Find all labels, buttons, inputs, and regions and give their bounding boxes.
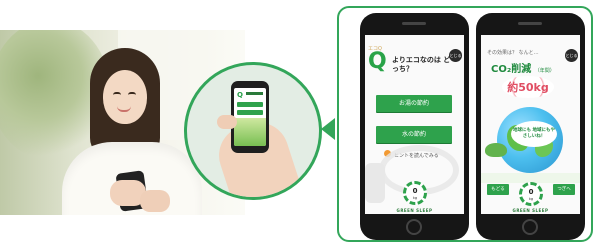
- result-screen: その効果は？ なんと… とじる CO₂削減 （年間） 約50kg 地球にも 地域…: [481, 35, 580, 214]
- phone-speaker: [518, 22, 542, 25]
- gauge-unit: kg: [528, 197, 534, 201]
- close-button[interactable]: とじる: [565, 49, 578, 62]
- app-name: GREEN SLEEP: [396, 208, 433, 213]
- co2-amount: 約50kg: [507, 81, 549, 94]
- co2-gauge: 0 kg: [403, 181, 427, 205]
- result-title-sub: （年間）: [534, 68, 555, 74]
- quiz-question: よりエコなのは どっち？: [392, 56, 451, 73]
- phone-quiz: エコQ Q よりエコなのは どっち？ とじる お湯の節約 水の節約 ヒントを読ん…: [360, 13, 469, 240]
- woman-face: [103, 70, 147, 124]
- amount-badge: 約50kg: [502, 76, 554, 98]
- phone-speaker: [402, 22, 426, 25]
- speech-bubble: 地球にも 地域にもやさしいね！: [511, 121, 557, 147]
- background-object: [365, 163, 385, 203]
- back-button[interactable]: もどる: [487, 184, 509, 195]
- q-badge: エコQ Q: [368, 45, 387, 74]
- quiz-screen: エコQ Q よりエコなのは どっち？ とじる お湯の節約 水の節約 ヒントを読ん…: [365, 35, 464, 214]
- phone-result: その効果は？ なんと… とじる CO₂削減 （年間） 約50kg 地球にも 地域…: [476, 13, 585, 240]
- turtle-illustration: [485, 143, 507, 157]
- gauge-unit: kg: [412, 196, 418, 200]
- result-title-main: CO₂削減: [491, 64, 532, 75]
- option-button-hot-water[interactable]: お湯の節約: [376, 95, 452, 112]
- zoom-landscape: [234, 118, 266, 146]
- close-button[interactable]: とじる: [449, 49, 462, 62]
- earth-illustration: 地球にも 地域にもやさしいね！: [497, 107, 563, 173]
- option-button-water[interactable]: 水の節約: [376, 126, 452, 143]
- zoom-circle: Q: [184, 62, 322, 200]
- result-title: CO₂削減 （年間）: [491, 60, 555, 75]
- woman-hand-right: [140, 190, 170, 212]
- next-button[interactable]: つぎへ: [553, 184, 575, 195]
- zoom-option-bar-2: [237, 110, 263, 115]
- pointer-arrow: [321, 118, 335, 140]
- result-lead-text: その効果は？ なんと…: [487, 50, 539, 56]
- zoom-phone: Q: [231, 81, 269, 153]
- app-name: GREEN SLEEP: [512, 208, 549, 213]
- woman-eye-left: [113, 92, 121, 95]
- zoom-q-letter: Q: [237, 91, 243, 99]
- zoom-phone-screen: Q: [234, 88, 266, 146]
- co2-gauge: 0 kg: [519, 182, 543, 206]
- zoom-title-bar: [246, 92, 263, 95]
- q-letter: Q: [368, 49, 387, 74]
- zoom-option-bar-1: [237, 102, 263, 107]
- app-preview-panel: エコQ Q よりエコなのは どっち？ とじる お湯の節約 水の節約 ヒントを読ん…: [337, 6, 593, 242]
- home-button[interactable]: [522, 219, 538, 235]
- home-button[interactable]: [406, 219, 422, 235]
- woman-eye-right: [128, 92, 136, 95]
- zoom-thumb: [217, 115, 237, 129]
